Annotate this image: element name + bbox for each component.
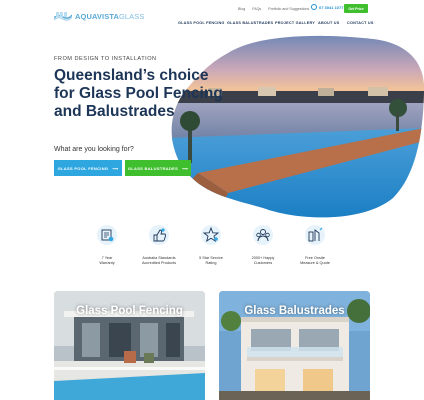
- logo-text: AQUAVISTAGLASS: [75, 12, 144, 21]
- feature-line2: Customers: [253, 261, 273, 266]
- feature-line1: 7 Year: [101, 256, 113, 260]
- arrow-right-icon: ⟶: [182, 165, 189, 171]
- card-title-balustrades: Glass Balustrades: [244, 305, 345, 317]
- card-glass-balustrades[interactable]: Glass Balustrades: [219, 291, 370, 400]
- feature-line1: 2000+ Happy: [251, 256, 275, 260]
- hero-headline: Queensland’s choice for Glass Pool Fenci…: [54, 67, 223, 120]
- features-row: 7 Year Warranty Australia Standards Accred…: [86, 224, 346, 274]
- feature-line1: Free Onsite: [305, 256, 325, 260]
- card-glass-pool-fencing[interactable]: Glass Pool Fencing: [54, 291, 205, 400]
- feature-measure-quote: Free Onsite Measure & Quote: [290, 224, 340, 267]
- util-link-portfolio[interactable]: Portfolio and Suggestions: [268, 7, 309, 11]
- hero-pool-image: [171, 35, 424, 218]
- logo-secondary: GLASS: [118, 11, 145, 21]
- phone-link[interactable]: 07 3041 1077: [311, 4, 343, 10]
- feature-warranty: 7 Year Warranty: [82, 224, 132, 267]
- util-link-faqs[interactable]: FAQs: [252, 7, 261, 11]
- customers-icon: [253, 225, 273, 245]
- hero-prompt: What are you looking for?: [54, 146, 134, 153]
- wave-logo-icon: [54, 12, 72, 21]
- btn-pool-label: GLASS POOL FENCING: [57, 165, 109, 171]
- feature-line1: Australia Standards: [142, 256, 176, 260]
- arrow-right-icon: ⟶: [112, 165, 119, 171]
- feature-rating: 5 Star Service Rating: [186, 224, 236, 267]
- phone-icon: [311, 4, 317, 10]
- site-logo[interactable]: AQUAVISTAGLASS: [54, 11, 144, 21]
- nav-contact-us[interactable]: CONTACT US: [347, 21, 375, 25]
- logo-primary: AQUAVISTA: [75, 11, 119, 21]
- phone-number: 07 3041 1077: [319, 4, 344, 10]
- nav-glass-pool-fencing[interactable]: GLASS POOL FENCING: [178, 21, 227, 25]
- glass-pool-fencing-button[interactable]: GLASS POOL FENCING ⟶: [54, 160, 122, 176]
- main-nav: GLASS POOL FENCING GLASS BALUSTRADES PRO…: [178, 21, 375, 25]
- feature-line2: Warranty: [99, 261, 115, 266]
- feature-line2: Rating: [205, 261, 217, 266]
- feature-standards: Australia Standards Accredited Products: [134, 224, 184, 267]
- btn-bal-label: GLASS BALUSTRADES: [127, 165, 179, 171]
- nav-about-us[interactable]: ABOUT US: [318, 21, 347, 25]
- thumbs-up-icon: [149, 225, 169, 245]
- feature-line2: Measure & Quote: [300, 261, 330, 266]
- get-price-button[interactable]: Get Price: [344, 4, 368, 13]
- feature-line2: Accredited Products: [142, 261, 176, 266]
- star-rating-icon: [201, 225, 221, 245]
- feature-customers: 2000+ Happy Customers: [238, 224, 288, 267]
- card-title-pool: Glass Pool Fencing: [76, 305, 183, 317]
- measure-quote-icon: [305, 225, 325, 245]
- nav-glass-balustrades[interactable]: GLASS BALUSTRADES: [227, 21, 275, 25]
- util-link-blog[interactable]: Blog: [238, 7, 245, 11]
- glass-balustrades-button[interactable]: GLASS BALUSTRADES ⟶: [125, 160, 191, 176]
- utility-links: Blog FAQs Portfolio and Suggestions: [238, 7, 309, 11]
- nav-project-gallery[interactable]: PROJECT GALLERY: [275, 21, 318, 25]
- warranty-icon: [97, 225, 117, 245]
- feature-line1: 5 Star Service: [199, 256, 223, 260]
- hero-eyebrow: FROM DESIGN TO INSTALLATION: [54, 56, 157, 62]
